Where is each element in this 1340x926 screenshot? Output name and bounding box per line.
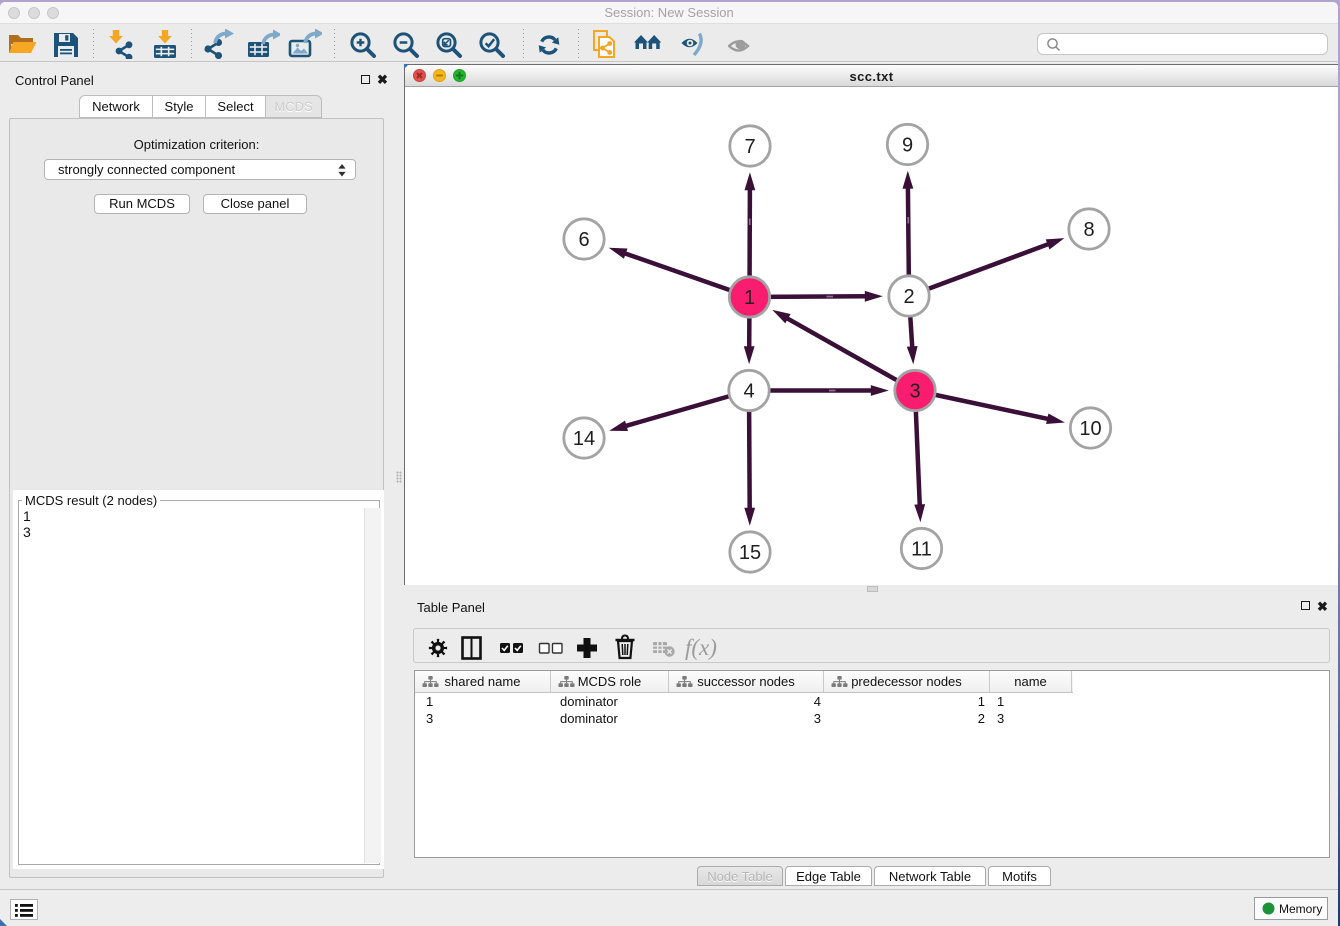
svg-text:f(x): f(x) xyxy=(685,635,717,660)
svg-text:7: 7 xyxy=(744,136,755,158)
svg-text:14: 14 xyxy=(573,428,595,450)
svg-text:8: 8 xyxy=(1083,219,1094,241)
svg-text:9: 9 xyxy=(902,135,913,157)
svg-text:2: 2 xyxy=(903,286,914,308)
svg-text:10: 10 xyxy=(1079,418,1101,440)
svg-text:1: 1 xyxy=(744,287,755,309)
svg-text:15: 15 xyxy=(739,542,761,564)
svg-text:4: 4 xyxy=(743,381,754,403)
svg-text:6: 6 xyxy=(578,229,589,251)
svg-text:3: 3 xyxy=(909,381,920,403)
svg-text:11: 11 xyxy=(911,539,932,561)
